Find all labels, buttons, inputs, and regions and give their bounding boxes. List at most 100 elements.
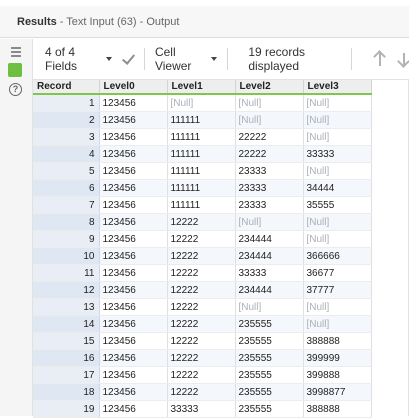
record-number[interactable]: 6 <box>33 179 100 197</box>
table-cell[interactable]: 12222 <box>167 213 236 231</box>
table-cell[interactable]: [Null] <box>303 94 372 112</box>
table-cell[interactable]: 34444 <box>303 179 372 197</box>
table-cell[interactable]: 33333 <box>167 400 236 418</box>
table-row[interactable]: 3 123456 111111 22222 [Null] <box>33 128 372 146</box>
table-cell[interactable]: 22222 <box>235 145 304 163</box>
table-cell[interactable]: 111111 <box>167 111 236 129</box>
table-cell[interactable]: 111111 <box>167 128 236 146</box>
table-cell[interactable]: 123456 <box>99 298 168 316</box>
table-cell[interactable]: 235555 <box>235 400 304 418</box>
table-cell[interactable]: 123456 <box>99 383 168 401</box>
table-cell[interactable]: 33333 <box>303 145 372 163</box>
record-number[interactable]: 9 <box>33 230 100 248</box>
table-cell[interactable]: 123456 <box>99 349 168 367</box>
arrow-up-icon[interactable] <box>372 50 387 68</box>
table-cell[interactable]: [Null] <box>235 94 304 112</box>
table-cell[interactable]: 123456 <box>99 264 168 282</box>
table-cell[interactable]: 388888 <box>303 400 372 418</box>
table-row[interactable]: 14 123456 12222 235555 [Null] <box>33 315 372 333</box>
record-number[interactable]: 4 <box>33 145 100 163</box>
table-cell[interactable]: 123456 <box>99 247 168 265</box>
table-cell[interactable]: 123456 <box>99 400 168 418</box>
table-cell[interactable]: 35555 <box>303 196 372 214</box>
table-row[interactable]: 9 123456 12222 234444 [Null] <box>33 230 372 248</box>
record-number[interactable]: 19 <box>33 400 100 418</box>
column-header-level3[interactable]: Level3 <box>303 80 372 95</box>
record-number[interactable]: 12 <box>33 281 100 299</box>
table-cell[interactable]: [Null] <box>303 111 372 129</box>
table-cell[interactable]: [Null] <box>167 94 236 112</box>
table-cell[interactable]: 33333 <box>235 264 304 282</box>
table-row[interactable]: 5 123456 111111 23333 [Null] <box>33 162 372 180</box>
table-cell[interactable]: 22222 <box>235 128 304 146</box>
table-cell[interactable]: 123456 <box>99 128 168 146</box>
table-cell[interactable]: 123456 <box>99 145 168 163</box>
column-header-level2[interactable]: Level2 <box>235 80 304 95</box>
table-row[interactable]: 8 123456 12222 [Null] [Null] <box>33 213 372 231</box>
table-row[interactable]: 19 123456 33333 235555 388888 <box>33 400 372 418</box>
table-cell[interactable]: 235555 <box>235 366 304 384</box>
table-cell[interactable]: 399888 <box>303 366 372 384</box>
table-cell[interactable]: 12222 <box>167 298 236 316</box>
record-number[interactable]: 5 <box>33 162 100 180</box>
record-number[interactable]: 14 <box>33 315 100 333</box>
table-cell[interactable]: 123456 <box>99 196 168 214</box>
table-cell[interactable]: 23333 <box>235 162 304 180</box>
column-header-record[interactable]: Record <box>33 80 100 95</box>
table-cell[interactable]: [Null] <box>303 213 372 231</box>
table-cell[interactable]: 37777 <box>303 281 372 299</box>
table-cell[interactable]: 123456 <box>99 111 168 129</box>
record-number[interactable]: 17 <box>33 366 100 384</box>
record-number[interactable]: 15 <box>33 332 100 350</box>
list-icon[interactable] <box>9 45 23 59</box>
table-cell[interactable]: [Null] <box>303 315 372 333</box>
table-cell[interactable]: 12222 <box>167 247 236 265</box>
fields-dropdown[interactable]: 4 of 4 Fields <box>45 45 112 73</box>
record-number[interactable]: 2 <box>33 111 100 129</box>
table-cell[interactable]: 12222 <box>167 332 236 350</box>
table-row[interactable]: 18 123456 12222 235555 3998877 <box>33 383 372 401</box>
table-cell[interactable]: [Null] <box>303 298 372 316</box>
table-cell[interactable]: 234444 <box>235 281 304 299</box>
table-cell[interactable]: [Null] <box>303 128 372 146</box>
table-cell[interactable]: [Null] <box>303 230 372 248</box>
table-cell[interactable]: 235555 <box>235 332 304 350</box>
table-cell[interactable]: 12222 <box>167 383 236 401</box>
arrow-down-icon[interactable] <box>396 50 409 68</box>
table-cell[interactable]: 123456 <box>99 179 168 197</box>
table-cell[interactable]: 12222 <box>167 366 236 384</box>
record-number[interactable]: 10 <box>33 247 100 265</box>
table-cell[interactable]: 12222 <box>167 349 236 367</box>
record-number[interactable]: 11 <box>33 264 100 282</box>
record-number[interactable]: 1 <box>33 94 100 112</box>
cell-viewer-dropdown[interactable]: Cell Viewer <box>155 45 218 73</box>
table-cell[interactable]: 3998877 <box>303 383 372 401</box>
record-number[interactable]: 7 <box>33 196 100 214</box>
column-header-level1[interactable]: Level1 <box>167 80 236 95</box>
table-row[interactable]: 1 123456 [Null] [Null] [Null] <box>33 94 372 112</box>
table-row[interactable]: 17 123456 12222 235555 399888 <box>33 366 372 384</box>
table-row[interactable]: 7 123456 111111 23333 35555 <box>33 196 372 214</box>
table-row[interactable]: 16 123456 12222 235555 399999 <box>33 349 372 367</box>
record-number[interactable]: 3 <box>33 128 100 146</box>
table-cell[interactable]: 111111 <box>167 179 236 197</box>
check-icon[interactable] <box>121 51 134 67</box>
table-row[interactable]: 13 123456 12222 [Null] [Null] <box>33 298 372 316</box>
table-cell[interactable]: 234444 <box>235 230 304 248</box>
table-cell[interactable]: 235555 <box>235 349 304 367</box>
table-cell[interactable]: 123456 <box>99 366 168 384</box>
table-cell[interactable]: 111111 <box>167 196 236 214</box>
data-icon[interactable] <box>8 63 22 77</box>
table-row[interactable]: 4 123456 111111 22222 33333 <box>33 145 372 163</box>
table-cell[interactable]: 234444 <box>235 247 304 265</box>
record-number[interactable]: 13 <box>33 298 100 316</box>
table-cell[interactable]: 111111 <box>167 162 236 180</box>
table-cell[interactable]: [Null] <box>235 298 304 316</box>
table-cell[interactable]: 12222 <box>167 264 236 282</box>
table-row[interactable]: 15 123456 12222 235555 388888 <box>33 332 372 350</box>
column-header-level0[interactable]: Level0 <box>99 80 168 95</box>
table-cell[interactable]: 235555 <box>235 315 304 333</box>
table-cell[interactable]: 12222 <box>167 315 236 333</box>
table-cell[interactable]: 123456 <box>99 332 168 350</box>
table-row[interactable]: 2 123456 111111 [Null] [Null] <box>33 111 372 129</box>
